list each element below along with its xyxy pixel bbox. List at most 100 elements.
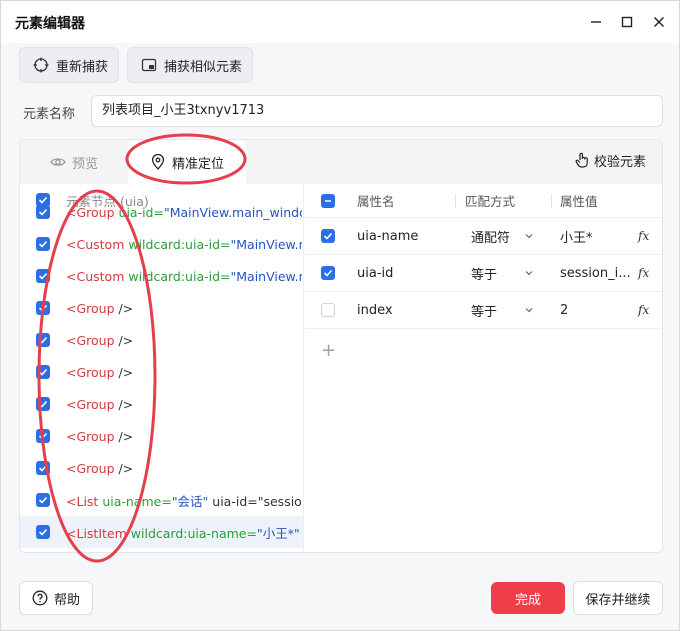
tree-node-end: ui bbox=[300, 526, 302, 541]
tree-node-text: <Group /> bbox=[66, 397, 302, 412]
tree-node-checkbox[interactable] bbox=[36, 525, 50, 539]
tree-node-tag: Group bbox=[76, 300, 115, 316]
tree-node-checkbox[interactable] bbox=[36, 301, 50, 315]
tree-node-row[interactable]: <Custom wildcard:uia-id="MainView.m bbox=[20, 228, 303, 260]
tree-node-text: <Group /> bbox=[66, 461, 302, 476]
tree-node-row[interactable]: <Group /> bbox=[20, 356, 303, 388]
tab-precise-locate-label: 精准定位 bbox=[172, 156, 225, 172]
help-button[interactable]: 帮助 bbox=[19, 581, 93, 615]
crosshair-icon bbox=[32, 56, 50, 74]
attribute-name: uia-id bbox=[357, 265, 394, 281]
match-mode-select[interactable]: 等于 bbox=[471, 301, 497, 320]
add-attribute-button[interactable]: + bbox=[321, 340, 336, 361]
tree-node-text: <Group /> bbox=[66, 365, 302, 380]
tree-node-val: "会话" bbox=[171, 493, 209, 509]
locator-panel: 预览 精准定位 校验元素 元素节点 (uia) <Group uia-id="M… bbox=[19, 139, 663, 553]
maximize-button[interactable] bbox=[612, 9, 642, 35]
tree-node-text: <List uia-name="会话" uia-id="session bbox=[66, 491, 302, 510]
tree-node-checkbox[interactable] bbox=[36, 397, 50, 411]
function-fx-icon[interactable]: fx bbox=[638, 266, 649, 280]
tree-node-attr: uia-id= bbox=[114, 204, 164, 220]
verify-element-button[interactable]: 校验元素 bbox=[574, 140, 646, 180]
tree-node-checkbox[interactable] bbox=[36, 461, 50, 475]
attribute-name: uia-name bbox=[357, 228, 419, 244]
column-divider bbox=[551, 194, 552, 208]
tree-node-tag: Group bbox=[76, 396, 115, 412]
title-bar: 元素编辑器 bbox=[1, 1, 679, 43]
tree-node-val: "MainView.m bbox=[230, 236, 303, 252]
attr-value-header: 属性值 bbox=[560, 194, 598, 209]
minimize-button[interactable] bbox=[581, 9, 611, 35]
element-name-input[interactable]: 列表项目_小王3txnyv1713 bbox=[91, 95, 663, 127]
tree-node-row[interactable]: <Group /> bbox=[20, 420, 303, 452]
attribute-table: 属性名 匹配方式 属性值 uia-name 通配符 小王* fx uia-id 等于 ses… bbox=[305, 184, 662, 552]
tree-node-attr: wildcard:uia-id= bbox=[124, 268, 231, 284]
recapture-button[interactable]: 重新捕获 bbox=[19, 47, 119, 83]
tree-node-br: < bbox=[66, 428, 77, 444]
tree-node-checkbox[interactable] bbox=[36, 269, 50, 283]
attribute-value-input[interactable]: session_i... bbox=[560, 266, 632, 281]
close-button[interactable] bbox=[644, 9, 674, 35]
match-mode-select[interactable]: 通配符 bbox=[471, 227, 510, 246]
chevron-down-icon[interactable] bbox=[523, 304, 535, 316]
tree-node-br: < bbox=[66, 332, 77, 348]
tree-node-tag: Custom bbox=[76, 236, 125, 252]
tree-node-br: < bbox=[66, 493, 77, 509]
tree-node-end: /> bbox=[114, 428, 134, 444]
attribute-value-input[interactable]: 小王* bbox=[560, 227, 632, 246]
function-fx-icon[interactable]: fx bbox=[638, 229, 649, 243]
tree-node-row[interactable]: <Group /> bbox=[20, 324, 303, 356]
recapture-label: 重新捕获 bbox=[56, 59, 109, 75]
tree-node-attr: wildcard:uia-id= bbox=[124, 236, 231, 252]
tree-node-checkbox[interactable] bbox=[36, 205, 50, 219]
save-and-continue-button[interactable]: 保存并继续 bbox=[573, 581, 663, 615]
tree-node-checkbox[interactable] bbox=[36, 333, 50, 347]
capture-similar-button[interactable]: 捕获相似元素 bbox=[127, 47, 253, 83]
attribute-checkbox[interactable] bbox=[321, 229, 335, 243]
tree-node-text: <Group /> bbox=[66, 333, 302, 348]
attribute-value-input[interactable]: 2 bbox=[560, 303, 632, 318]
pointer-hand-icon bbox=[574, 152, 590, 168]
tree-node-end: /> bbox=[114, 460, 134, 476]
tree-node-checkbox[interactable] bbox=[36, 365, 50, 379]
minimize-icon bbox=[591, 21, 601, 23]
tree-node-br: < bbox=[66, 396, 77, 412]
function-fx-icon[interactable]: fx bbox=[638, 303, 649, 317]
attribute-checkbox[interactable] bbox=[321, 266, 335, 280]
tab-bar: 预览 精准定位 校验元素 bbox=[20, 140, 662, 184]
tree-node-br: < bbox=[66, 460, 77, 476]
done-button[interactable]: 完成 bbox=[491, 582, 565, 614]
chevron-down-icon[interactable] bbox=[523, 267, 535, 279]
tree-node-tag: Group bbox=[76, 460, 115, 476]
tree-node-br: < bbox=[66, 364, 77, 380]
tree-node-row[interactable]: <Group /> bbox=[20, 452, 303, 484]
tree-node-row[interactable]: <Custom wildcard:uia-id="MainView.m bbox=[20, 260, 303, 292]
tree-node-br: < bbox=[66, 268, 77, 284]
attribute-checkbox[interactable] bbox=[321, 303, 335, 317]
tree-node-row[interactable]: <ListItem wildcard:uia-name="小王*" ui bbox=[20, 516, 303, 548]
tree-node-tag: Custom bbox=[76, 268, 125, 284]
match-mode-select[interactable]: 等于 bbox=[471, 264, 497, 283]
tree-node-checkbox[interactable] bbox=[36, 237, 50, 251]
tree-node-checkbox[interactable] bbox=[36, 493, 50, 507]
chevron-down-icon[interactable] bbox=[523, 230, 535, 242]
help-icon bbox=[32, 590, 48, 606]
tree-node-row[interactable]: <List uia-name="会话" uia-id="session bbox=[20, 484, 303, 516]
tab-preview[interactable]: 预览 bbox=[50, 140, 98, 184]
tree-node-row[interactable]: <Group /> bbox=[20, 292, 303, 324]
tree-node-row[interactable]: <Group uia-id="MainView.main_windo bbox=[20, 196, 303, 228]
tree-node-text: <Group uia-id="MainView.main_windo bbox=[66, 205, 302, 220]
tree-node-checkbox[interactable] bbox=[36, 429, 50, 443]
tree-node-tag: Group bbox=[76, 332, 115, 348]
attribute-row: uia-id 等于 session_i... fx bbox=[305, 255, 662, 292]
attribute-row: uia-name 通配符 小王* fx bbox=[305, 218, 662, 255]
eye-icon bbox=[50, 154, 66, 170]
attr-select-all-checkbox[interactable] bbox=[321, 193, 335, 208]
attribute-name: index bbox=[357, 302, 393, 318]
tree-node-text: <Custom wildcard:uia-id="MainView.m bbox=[66, 269, 302, 284]
tree-node-end: /> bbox=[114, 396, 134, 412]
tree-node-tag: Group bbox=[76, 428, 115, 444]
tab-precise-locate[interactable]: 精准定位 bbox=[128, 140, 246, 184]
window-title: 元素编辑器 bbox=[15, 16, 85, 32]
tree-node-row[interactable]: <Group /> bbox=[20, 388, 303, 420]
